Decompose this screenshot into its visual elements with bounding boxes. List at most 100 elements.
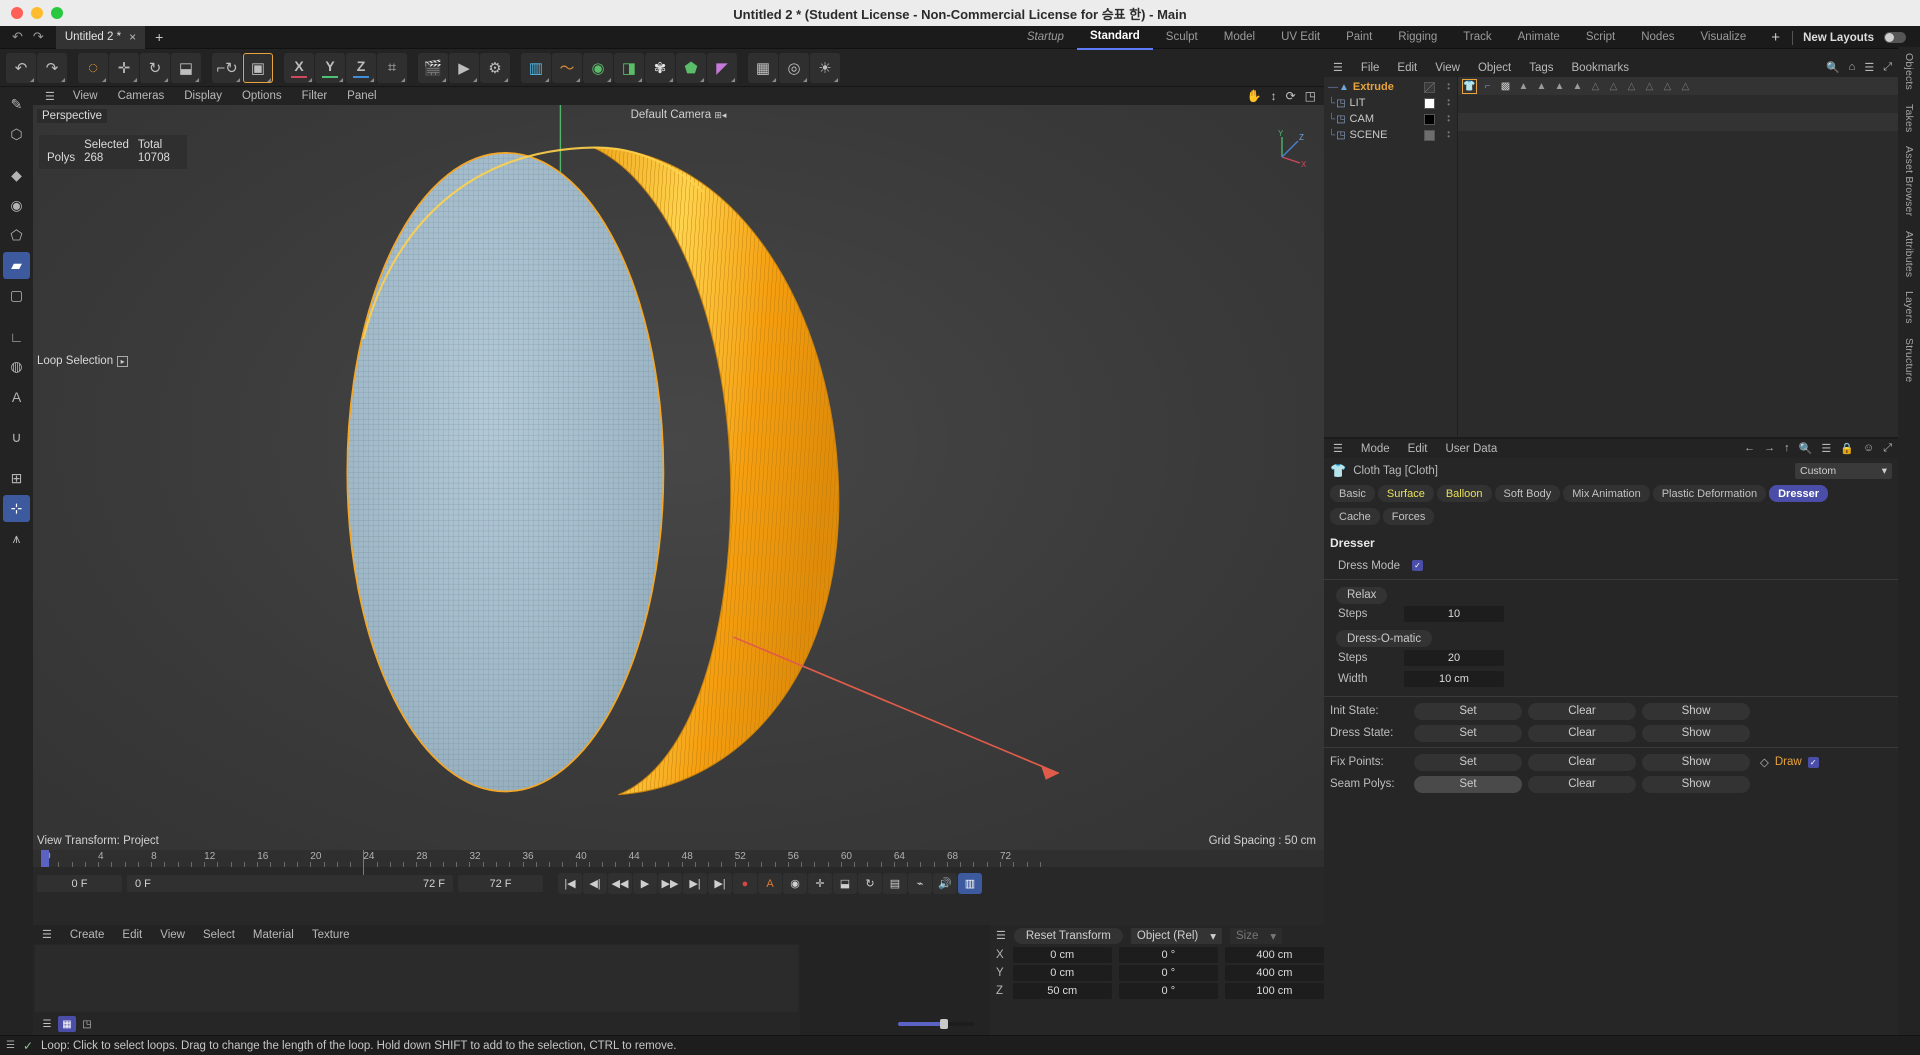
more-options-corner[interactable] bbox=[133, 77, 137, 82]
relax-steps-row[interactable]: Steps 10 bbox=[1324, 604, 1898, 625]
triangle-outline-3[interactable]: △ bbox=[1624, 79, 1639, 94]
attribute-manager[interactable]: ☰ Mode Edit User Data ← → ↑ 🔍 ☰ 🔒 ☺ ⤢ 👕 … bbox=[1324, 439, 1898, 1035]
more-options-corner[interactable] bbox=[308, 77, 312, 82]
viewport-menu-icon[interactable]: ☰ bbox=[37, 90, 63, 103]
go-to-start-button[interactable]: |◀ bbox=[558, 873, 582, 894]
lock-y-axis-button[interactable]: Y bbox=[315, 52, 345, 83]
vertical-tab-attributes[interactable]: Attributes bbox=[1903, 231, 1915, 277]
add-scene-object-button[interactable]: ✾ bbox=[645, 52, 675, 83]
dress-width-field[interactable]: 10 cm bbox=[1404, 670, 1504, 687]
rotate-icon[interactable]: ⟳ bbox=[1286, 89, 1296, 103]
attrmgr-toolbar-icons[interactable]: ← → ↑ 🔍 ☰ 🔒 ☺ ⤢ bbox=[1744, 442, 1892, 455]
up-arrow-icon[interactable]: ↑ bbox=[1784, 442, 1790, 455]
objmgr-menu-edit[interactable]: Edit bbox=[1388, 62, 1426, 74]
dress-width-row[interactable]: Width 10 cm bbox=[1324, 668, 1898, 689]
add-environment-button[interactable]: ☀ bbox=[810, 52, 840, 83]
more-options-corner[interactable] bbox=[267, 77, 271, 82]
object-row-lit[interactable]: └ ◳ LIT • • bbox=[1324, 95, 1457, 111]
cloth-tag[interactable]: 👕 bbox=[1462, 79, 1477, 94]
more-options-corner[interactable] bbox=[30, 77, 34, 82]
draw-checkbox[interactable]: ✓ bbox=[1807, 756, 1819, 768]
triangle-tag-3[interactable]: ▲ bbox=[1552, 79, 1567, 94]
step-back-button[interactable]: ◀◀ bbox=[608, 873, 632, 894]
more-options-corner[interactable] bbox=[442, 77, 446, 82]
material-view-modes[interactable]: ☰ ▦ ◳ bbox=[33, 1013, 800, 1035]
add-deformer-object-button[interactable]: ⬟ bbox=[676, 52, 706, 83]
list-view-button[interactable]: ☰ bbox=[38, 1016, 56, 1032]
forward-arrow-icon[interactable]: → bbox=[1764, 442, 1775, 455]
add-spline-button[interactable]: 〜 bbox=[552, 52, 582, 83]
dolly-icon[interactable]: ↕ bbox=[1271, 89, 1277, 103]
dress-mode-checkbox[interactable]: ✓ bbox=[1412, 560, 1423, 571]
object-tree[interactable]: — ▲ Extrude • • └ ◳ LIT • • └ ◳ CAM • • └ ◳ SCENE • • bbox=[1324, 77, 1457, 437]
more-options-corner[interactable] bbox=[700, 77, 704, 82]
material-manager-menu-icon[interactable]: ☰ bbox=[33, 928, 61, 941]
size-z-field[interactable]: 100 cm bbox=[1224, 983, 1324, 999]
object-row-cam[interactable]: └ ◳ CAM • • bbox=[1324, 111, 1457, 127]
object-row-scene[interactable]: └ ◳ SCENE • • bbox=[1324, 127, 1457, 143]
add-cube-object-button[interactable]: ▥ bbox=[521, 52, 551, 83]
attr-tab-basic[interactable]: Basic bbox=[1330, 485, 1375, 502]
attr-tab-forces[interactable]: Forces bbox=[1382, 508, 1435, 525]
objmgr-menu-file[interactable]: File bbox=[1352, 62, 1389, 74]
tag-row[interactable]: 👕 ⌐ ▩ ▲ ▲ ▲ ▲ △ △ △ △ △ △ bbox=[1458, 77, 1898, 95]
more-options-corner[interactable] bbox=[669, 77, 673, 82]
dress-state-set-button[interactable]: Set bbox=[1414, 724, 1522, 742]
object-row-extrude[interactable]: — ▲ Extrude • • bbox=[1324, 79, 1457, 95]
uv-polygon-mode-button[interactable]: ∟ bbox=[3, 323, 30, 350]
coordinate-manager-menu-icon[interactable]: ☰ bbox=[996, 929, 1006, 942]
sound-toggle-button[interactable]: 🔊 bbox=[933, 873, 957, 894]
enable-axis-modify-button[interactable]: ⊹ bbox=[3, 495, 30, 522]
material-manager[interactable]: ☰ Create Edit View Select Material Textu… bbox=[33, 925, 800, 1035]
object-manager[interactable]: — ▲ Extrude • • └ ◳ LIT • • └ ◳ CAM • • └ ◳ SCENE • • 👕 ⌐ ▩ ▲ ▲… bbox=[1324, 77, 1898, 439]
add-light-button[interactable]: ◎ bbox=[779, 52, 809, 83]
objmgr-menu-object[interactable]: Object bbox=[1469, 62, 1520, 74]
vertical-tab-structure[interactable]: Structure bbox=[1903, 338, 1915, 382]
tag-row[interactable] bbox=[1458, 131, 1898, 149]
attr-tab-dresser[interactable]: Dresser bbox=[1769, 485, 1829, 502]
more-options-corner[interactable] bbox=[731, 77, 735, 82]
level-of-detail-button[interactable]: ▥ bbox=[958, 873, 982, 894]
grid-view-button[interactable]: ▦ bbox=[58, 1016, 76, 1032]
pan-icon[interactable]: ✋ bbox=[1247, 89, 1262, 103]
viewport-menu-panel[interactable]: Panel bbox=[337, 90, 386, 102]
new-document-button[interactable]: + bbox=[145, 29, 173, 45]
scale-button[interactable]: ⬓ bbox=[171, 52, 201, 83]
more-options-corner[interactable] bbox=[339, 77, 343, 82]
document-tab[interactable]: Untitled 2 * × bbox=[55, 25, 146, 49]
large-icons-view-button[interactable]: ◳ bbox=[78, 1016, 96, 1032]
home-icon[interactable]: ⌂ bbox=[1849, 61, 1856, 74]
redo-button[interactable]: ↷ bbox=[37, 52, 67, 83]
more-options-corner[interactable] bbox=[236, 77, 240, 82]
triangle-outline-6[interactable]: △ bbox=[1678, 79, 1693, 94]
point-mode-button[interactable]: ⬠ bbox=[3, 222, 30, 249]
matmgr-menu-texture[interactable]: Texture bbox=[303, 929, 359, 941]
close-icon[interactable]: × bbox=[129, 30, 136, 44]
point-level-animation-button[interactable]: ⌁ bbox=[908, 873, 932, 894]
right-vertical-tabs[interactable]: Objects Takes Asset Browser Attributes Layer… bbox=[1898, 47, 1920, 1035]
cloth-belt-tag[interactable]: ⌐ bbox=[1480, 79, 1495, 94]
attr-tab-mix-animation[interactable]: Mix Animation bbox=[1563, 485, 1650, 502]
object-visibility-swatch[interactable] bbox=[1424, 129, 1435, 141]
fix-points-set-button[interactable]: Set bbox=[1414, 753, 1522, 771]
init-state-clear-button[interactable]: Clear bbox=[1528, 702, 1636, 720]
layout-tab-script[interactable]: Script bbox=[1573, 26, 1628, 49]
add-array-object-button[interactable]: ◨ bbox=[614, 52, 644, 83]
layout-tab-startup[interactable]: Startup bbox=[1014, 26, 1077, 49]
size-y-field[interactable]: 400 cm bbox=[1224, 965, 1324, 981]
transport-controls[interactable]: |◀ ◀| ◀◀ ▶ ▶▶ ▶| ▶| ● A ◉ ✛ ⬓ ↻ ▤ ⌁ 🔊 ▥ bbox=[558, 873, 982, 894]
expand-icon[interactable]: ⤢ bbox=[1883, 442, 1892, 455]
matmgr-menu-view[interactable]: View bbox=[151, 929, 194, 941]
enable-axis-a-button[interactable]: ⩚ bbox=[3, 525, 30, 552]
frame-range-bar[interactable]: 0 F 72 F bbox=[127, 875, 453, 892]
move-button[interactable]: ✛ bbox=[109, 52, 139, 83]
size-dropdown[interactable]: Size ▾ bbox=[1230, 927, 1283, 944]
objmgr-toolbar-icons[interactable]: 🔍 ⌂ ☰ ⤢ bbox=[1826, 61, 1892, 74]
matmgr-menu-select[interactable]: Select bbox=[194, 929, 244, 941]
layout-tab-sculpt[interactable]: Sculpt bbox=[1153, 26, 1211, 49]
scale-key-button[interactable]: ⬓ bbox=[833, 873, 857, 894]
viewport-nav-icons[interactable]: ✋ ↕ ⟳ ◳ bbox=[1247, 89, 1316, 103]
world-object-coordinates-button[interactable]: ⌐↻ bbox=[212, 52, 242, 83]
more-options-corner[interactable] bbox=[370, 77, 374, 82]
attr-tab-plastic-deformation[interactable]: Plastic Deformation bbox=[1652, 485, 1767, 502]
